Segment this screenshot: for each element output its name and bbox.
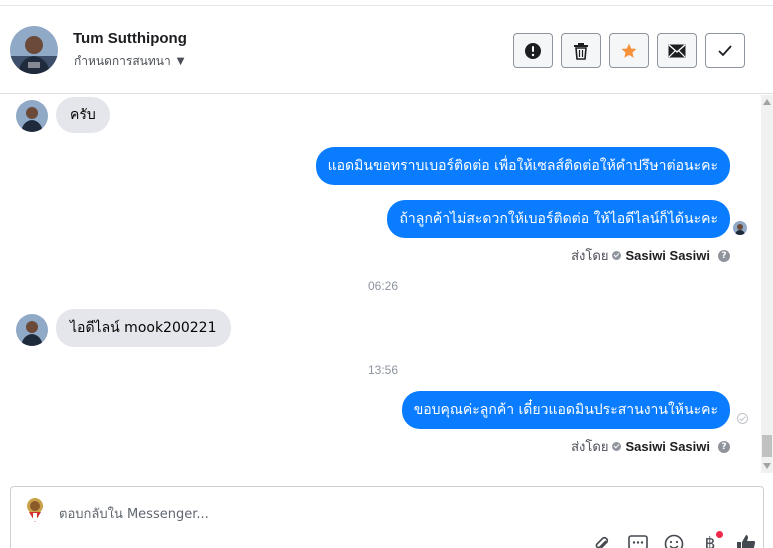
message-thread: ครับ แอดมินขอทราบเบอร์ติดต่อ เพื่อให้เซล… — [0, 95, 760, 475]
message-outgoing[interactable]: ถ้าลูกค้าไม่สะดวกให้เบอร์ติดต่อ ให้ไอดีไ… — [387, 200, 730, 238]
chat-bubble-icon — [628, 535, 648, 548]
agent-name[interactable]: Sasiwi Sasiwi — [625, 439, 710, 454]
conversation-settings-label: กำหนดการสนทนา — [74, 54, 171, 68]
sent-by-label: ส่งโดย — [571, 440, 609, 455]
help-icon[interactable]: ? — [718, 440, 730, 453]
baht-icon: ฿ — [704, 534, 716, 548]
delivered-check-icon — [737, 413, 748, 424]
timestamp: 06:26 — [367, 279, 399, 293]
contact-avatar[interactable] — [10, 26, 58, 74]
conversation-settings-dropdown[interactable]: กำหนดการสนทนา ▼ — [74, 52, 184, 71]
message-incoming[interactable]: ครับ — [56, 97, 110, 133]
mark-done-button[interactable] — [705, 33, 745, 68]
timestamp: 13:56 — [367, 363, 399, 377]
agent-name[interactable]: Sasiwi Sasiwi — [625, 248, 710, 263]
contact-avatar-small[interactable] — [16, 100, 48, 132]
sent-by-info: ส่งโดย Sasiwi Sasiwi ? — [571, 436, 730, 457]
trash-icon — [574, 42, 588, 60]
sent-by-info: ส่งโดย Sasiwi Sasiwi ? — [571, 245, 730, 266]
notification-dot — [716, 531, 723, 538]
attach-button[interactable] — [591, 533, 613, 548]
message-outgoing[interactable]: แอดมินขอทราบเบอร์ติดต่อ เพื่อให้เซลส์ติด… — [315, 147, 730, 185]
conversation-header: Tum Sutthipong กำหนดการสนทนา ▼ — [0, 6, 773, 94]
header-actions — [513, 33, 745, 68]
scroll-down-arrow-icon[interactable] — [763, 463, 771, 469]
sent-by-label: ส่งโดย — [571, 249, 609, 264]
message-incoming[interactable]: ไอดีไลน์ mook200221 — [56, 309, 231, 347]
caret-down-icon: ▼ — [176, 56, 185, 67]
star-icon — [621, 43, 637, 58]
like-button[interactable] — [735, 533, 757, 548]
page-avatar — [21, 495, 49, 523]
contact-avatar-small[interactable] — [16, 314, 48, 346]
delete-button[interactable] — [561, 33, 601, 68]
composer-tools: ฿ — [591, 531, 757, 548]
verified-check-icon — [612, 251, 622, 260]
smiley-icon — [664, 534, 684, 548]
help-icon[interactable]: ? — [718, 249, 730, 262]
mark-spam-button[interactable] — [513, 33, 553, 68]
reply-composer: ตอบกลับใน Messenger... ฿ — [10, 486, 764, 548]
mark-unread-button[interactable] — [657, 33, 697, 68]
saved-replies-button[interactable] — [627, 533, 649, 548]
star-button[interactable] — [609, 33, 649, 68]
message-outgoing[interactable]: ขอบคุณค่ะลูกค้า เดี๋ยวแอดมินประสานงานให้… — [401, 391, 730, 429]
reply-input[interactable]: ตอบกลับใน Messenger... — [59, 503, 209, 524]
thumbs-up-icon — [737, 535, 756, 548]
scroll-up-arrow-icon[interactable] — [763, 99, 771, 105]
paperclip-icon — [595, 536, 609, 548]
contact-name[interactable]: Tum Sutthipong — [73, 30, 187, 47]
thread-scrollbar[interactable] — [761, 95, 773, 473]
envelope-icon — [668, 43, 686, 57]
exclamation-circle-icon — [525, 42, 541, 59]
verified-check-icon — [612, 442, 622, 451]
payments-button[interactable]: ฿ — [699, 531, 723, 548]
scrollbar-thumb[interactable] — [762, 435, 772, 457]
read-receipt-avatar — [733, 221, 747, 235]
checkmark-icon — [718, 44, 732, 56]
emoji-button[interactable] — [663, 533, 685, 548]
